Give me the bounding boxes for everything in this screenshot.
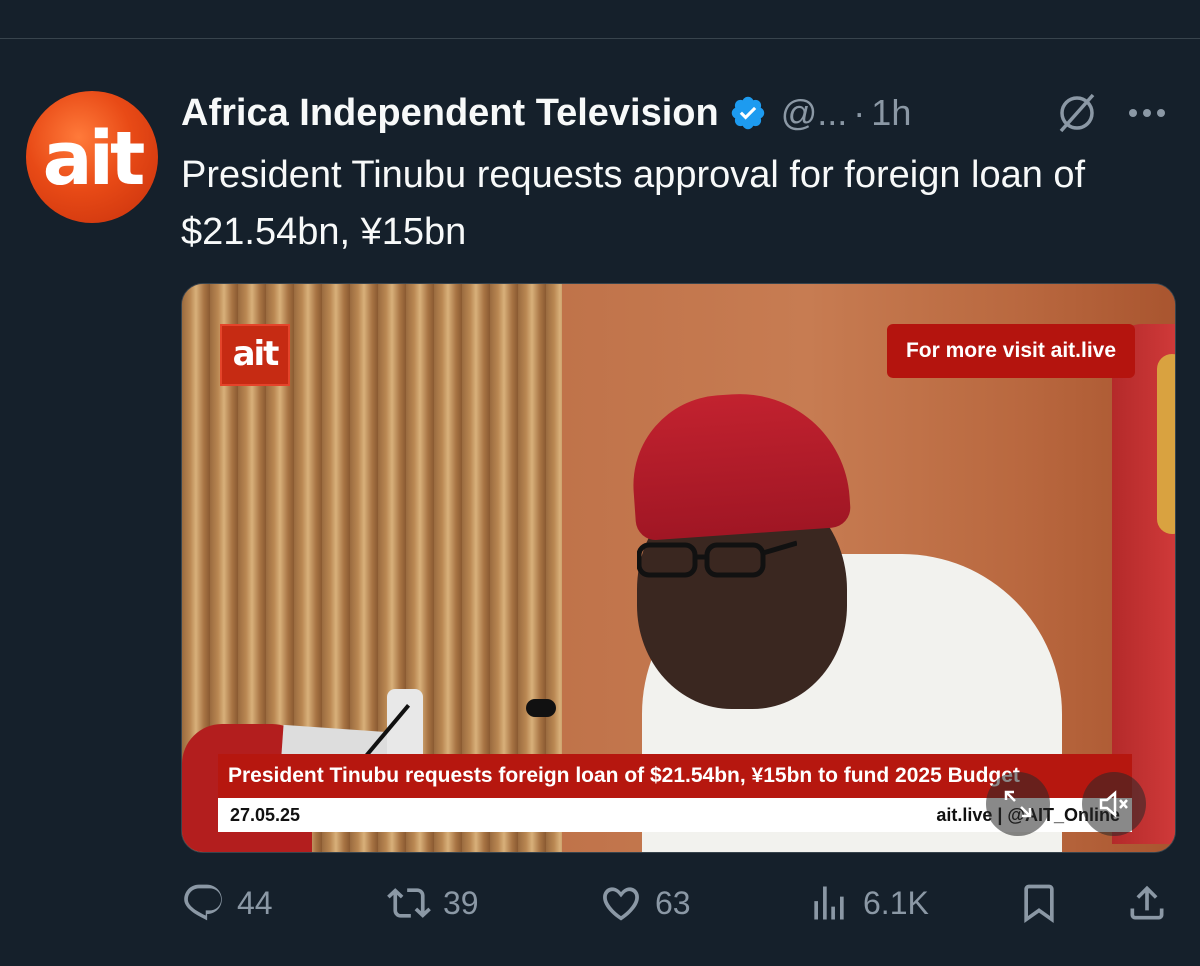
reply-icon xyxy=(184,884,222,921)
time-separator: · xyxy=(853,92,866,133)
action-bar: 44 39 63 6.1K xyxy=(181,877,1181,929)
visit-badge: For more visit ait.live xyxy=(887,324,1135,378)
tweet-header: Africa Independent Television @... · 1h xyxy=(181,91,911,135)
reply-button[interactable]: 44 xyxy=(181,877,273,929)
like-button[interactable]: 63 xyxy=(599,877,691,929)
like-count: 63 xyxy=(655,884,691,921)
avatar[interactable]: ait xyxy=(26,91,158,223)
microphone-head xyxy=(526,699,556,717)
verified-badge-icon xyxy=(731,96,764,130)
repost-button[interactable]: 39 xyxy=(387,877,479,929)
repost-count: 39 xyxy=(443,884,479,921)
bookmark-button[interactable] xyxy=(1017,877,1061,929)
more-dots-icon[interactable] xyxy=(1124,91,1170,135)
expand-icon xyxy=(1004,790,1032,818)
bookmark-icon xyxy=(1024,884,1054,924)
reply-count: 44 xyxy=(237,884,273,921)
views-chart-icon xyxy=(814,886,844,920)
ait-logo: ait xyxy=(220,324,290,386)
grok-icon[interactable] xyxy=(1055,91,1099,135)
eyeglasses xyxy=(637,540,797,578)
chair-emblem xyxy=(1157,354,1175,534)
author-name[interactable]: Africa Independent Television xyxy=(181,92,719,135)
video-player[interactable]: ait For more visit ait.live President Ti… xyxy=(181,283,1176,853)
repost-icon xyxy=(387,888,431,918)
tweet-text: President Tinubu requests approval for f… xyxy=(181,154,1086,253)
broadcast-date: 27.05.25 xyxy=(230,805,301,825)
avatar-logo-text: ait xyxy=(42,116,146,202)
expand-button[interactable] xyxy=(986,772,1050,836)
views-button[interactable]: 6.1K xyxy=(807,877,929,929)
tweet-time[interactable]: 1h xyxy=(871,92,911,134)
share-icon xyxy=(1130,885,1164,920)
tweet-card[interactable]: ait Africa Independent Television @... ·… xyxy=(0,39,1200,966)
top-bar xyxy=(0,0,1200,39)
views-count: 6.1K xyxy=(863,884,929,921)
author-handle[interactable]: @... xyxy=(781,92,848,134)
mute-icon xyxy=(1099,790,1128,818)
heart-icon xyxy=(603,887,639,921)
mute-button[interactable] xyxy=(1082,772,1146,836)
share-button[interactable] xyxy=(1125,877,1169,929)
